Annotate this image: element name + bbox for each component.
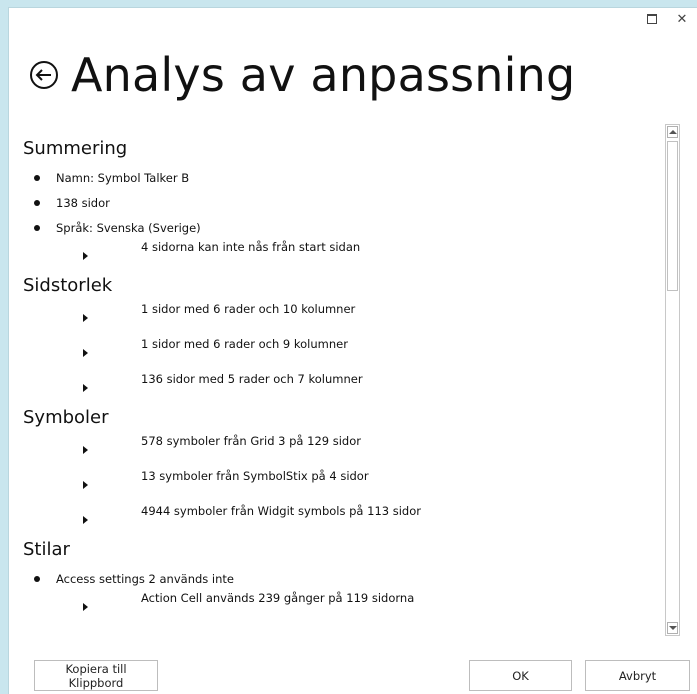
expandable-item[interactable]: 1 sidor med 6 rader och 10 kolumner	[19, 302, 659, 337]
window-controls: ✕	[645, 12, 689, 27]
list-item: Namn: Symbol Talker B	[19, 165, 659, 190]
expandable-item[interactable]: 578 symboler från Grid 3 på 129 sidor	[19, 434, 659, 469]
expand-arrow-icon[interactable]	[83, 349, 88, 357]
maximize-icon[interactable]	[645, 12, 659, 26]
expand-arrow-icon[interactable]	[83, 603, 88, 611]
expand-arrow-icon[interactable]	[83, 252, 88, 260]
scroll-down-button[interactable]	[667, 622, 678, 634]
expandable-item[interactable]: 4944 symboler från Widgit symbols på 113…	[19, 504, 659, 539]
section-title-symbols: Symboler	[23, 407, 109, 428]
expand-arrow-icon[interactable]	[83, 516, 88, 524]
expand-arrow-icon[interactable]	[83, 384, 88, 392]
page-title: Analys av anpassning	[71, 48, 576, 102]
section-title-page-size: Sidstorlek	[23, 275, 113, 296]
back-arrow-icon[interactable]	[29, 60, 59, 90]
expandable-item[interactable]: 136 sidor med 5 rader och 7 kolumner	[19, 372, 659, 407]
close-icon[interactable]: ✕	[675, 12, 689, 27]
cancel-button[interactable]: Avbryt	[585, 660, 690, 691]
expandable-item[interactable]: Action Cell används 239 gånger på 119 si…	[19, 591, 659, 626]
expandable-item[interactable]: 1 sidor med 6 rader och 9 kolumner	[19, 337, 659, 372]
scroll-up-button[interactable]	[667, 126, 678, 138]
dialog-window: ✕ Analys av anpassning Summering Namn: S…	[9, 8, 697, 694]
section-title-styles: Stilar	[23, 539, 70, 560]
list-item: 138 sidor	[19, 190, 659, 215]
ok-button[interactable]: OK	[469, 660, 572, 691]
section-title-summary: Summering	[23, 138, 128, 159]
expandable-item[interactable]: 4 sidorna kan inte nås från start sidan	[19, 240, 659, 275]
header: Analys av anpassning	[29, 44, 575, 106]
vertical-scrollbar[interactable]	[665, 124, 680, 636]
list-item: Språk: Svenska (Sverige)	[19, 215, 659, 240]
list-item: Access settings 2 används inte	[19, 566, 659, 591]
scroll-thumb[interactable]	[667, 141, 678, 291]
expand-arrow-icon[interactable]	[83, 446, 88, 454]
expandable-item[interactable]: 13 symboler från SymbolStix på 4 sidor	[19, 469, 659, 504]
copy-to-clipboard-button[interactable]: Kopiera till Klippbord	[34, 660, 158, 691]
expand-arrow-icon[interactable]	[83, 314, 88, 322]
analysis-content: Summering Namn: Symbol Talker B 138 sido…	[19, 124, 659, 634]
expand-arrow-icon[interactable]	[83, 481, 88, 489]
